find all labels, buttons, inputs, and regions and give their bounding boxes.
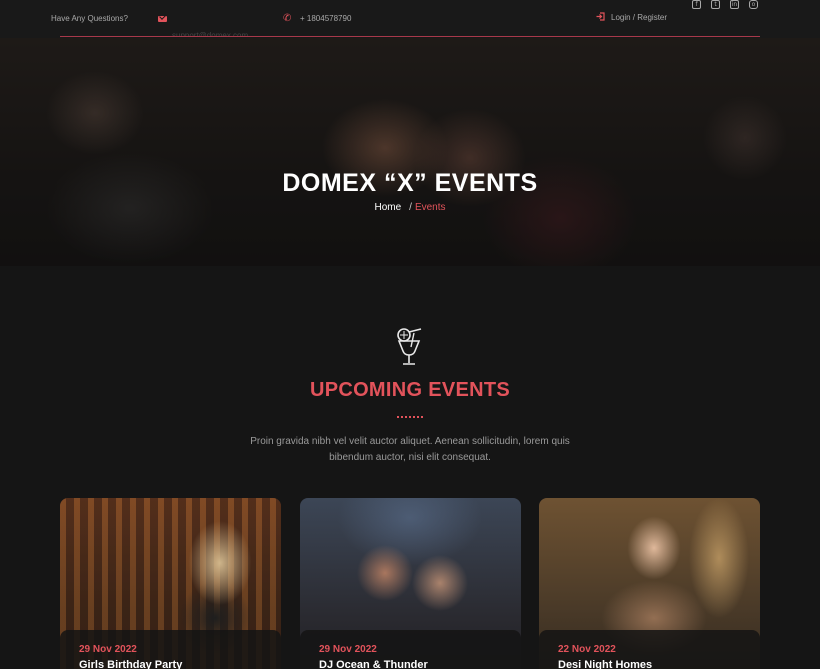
login-register-link[interactable]: Login / Register [611,13,667,22]
event-card[interactable]: 22 Nov 2022 Desi Night Homes [539,498,760,669]
top-bar: Have Any Questions? support@domex.com ✆ … [0,0,820,38]
topbar-divider [60,36,760,37]
event-card[interactable]: 29 Nov 2022 DJ Ocean & Thunder [300,498,521,669]
breadcrumb-home[interactable]: Home [374,202,401,213]
mail-icon [158,16,167,22]
twitter-icon[interactable]: t [711,0,720,9]
page-title: DOMEX “X” EVENTS [282,169,538,197]
event-title[interactable]: Girls Birthday Party [79,659,182,669]
hero-banner: DOMEX “X” EVENTS Home / Events [0,38,820,266]
section-description: Proin gravida nibh vel velit auctor aliq… [250,436,570,463]
title-divider [397,416,423,418]
login-icon [596,12,605,21]
questions-label: Have Any Questions? [51,14,128,23]
instagram-icon[interactable]: o [749,0,758,9]
cocktail-icon [395,327,425,367]
breadcrumb-current: Events [414,202,446,213]
event-date: 22 Nov 2022 [558,644,616,655]
event-card[interactable]: 29 Nov 2022 Girls Birthday Party [60,498,281,669]
event-date: 29 Nov 2022 [319,644,377,655]
event-title[interactable]: Desi Night Homes [558,659,652,669]
phone-number[interactable]: + 1804578790 [300,14,351,23]
facebook-icon[interactable]: f [692,0,701,9]
linkedin-icon[interactable]: in [730,0,739,9]
event-date: 29 Nov 2022 [79,644,137,655]
hero-overlay [0,38,820,266]
section-title: UPCOMING EVENTS [309,379,511,401]
breadcrumb: Home / Events [0,202,820,213]
breadcrumb-separator: / [409,202,412,213]
event-title[interactable]: DJ Ocean & Thunder [319,659,428,669]
phone-icon: ✆ [283,13,292,24]
